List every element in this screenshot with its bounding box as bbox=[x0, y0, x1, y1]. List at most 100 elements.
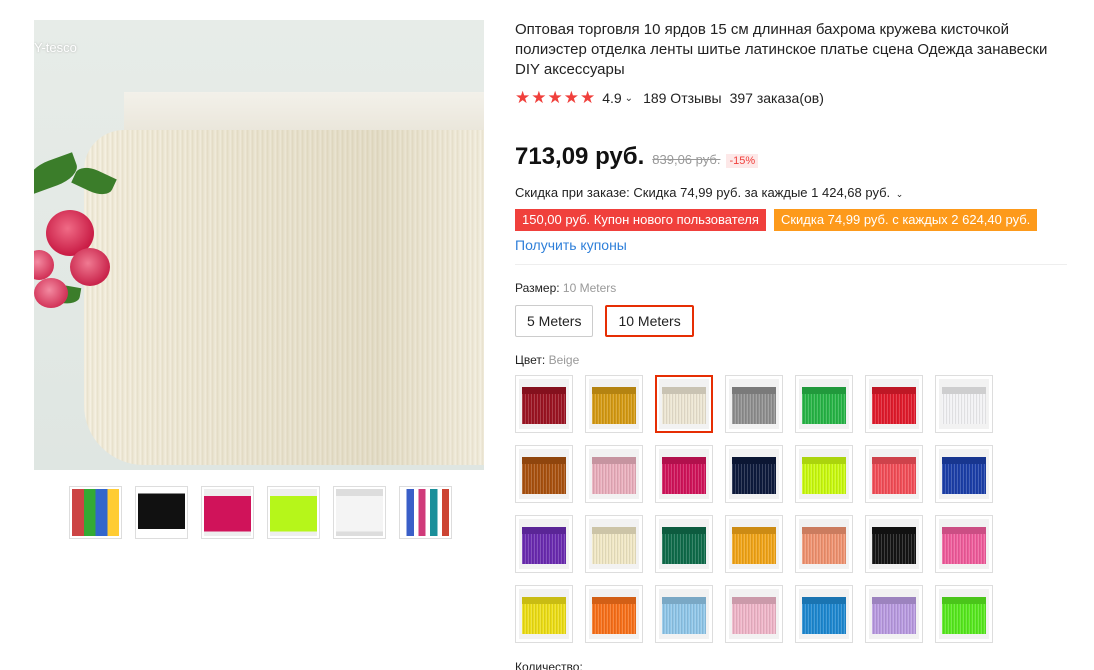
order-discount-info[interactable]: Скидка при заказе: Скидка 74,99 руб. за … bbox=[515, 185, 903, 200]
color-swatch[interactable] bbox=[865, 515, 923, 573]
color-swatch-image bbox=[659, 589, 709, 639]
color-swatch[interactable] bbox=[725, 375, 783, 433]
swatch-fringe bbox=[522, 534, 566, 564]
store-discount-coupon[interactable]: Скидка 74,99 руб. с каждых 2 624,40 руб. bbox=[773, 209, 1038, 231]
thumbnail-assorted-colors[interactable] bbox=[69, 486, 122, 539]
color-swatch[interactable] bbox=[795, 515, 853, 573]
color-swatch-image bbox=[869, 379, 919, 429]
color-swatch-image bbox=[589, 589, 639, 639]
swatch-fringe bbox=[732, 394, 776, 424]
size-option-5-meters[interactable]: 5 Meters bbox=[515, 305, 594, 337]
size-label: Размер: 10 Meters bbox=[515, 281, 616, 295]
size-option-10-meters[interactable]: 10 Meters bbox=[605, 305, 694, 337]
color-swatch[interactable] bbox=[655, 585, 713, 643]
color-swatch-image bbox=[799, 379, 849, 429]
color-swatch[interactable] bbox=[655, 515, 713, 573]
get-coupons-link[interactable]: Получить купоны bbox=[515, 237, 627, 253]
original-price: 839,06 руб. bbox=[652, 152, 721, 167]
thumbnail-rose-fringe[interactable] bbox=[201, 486, 254, 539]
quantity-label: Количество: bbox=[515, 660, 583, 670]
color-swatch[interactable] bbox=[795, 445, 853, 503]
swatch-fringe bbox=[872, 534, 916, 564]
thumbnail-rose-fringe-image bbox=[204, 489, 251, 536]
leaf-decoration bbox=[34, 152, 81, 194]
color-swatch[interactable] bbox=[585, 375, 643, 433]
color-swatch[interactable] bbox=[935, 375, 993, 433]
thumbnail-black-skirt[interactable] bbox=[135, 486, 188, 539]
color-swatch[interactable] bbox=[515, 445, 573, 503]
color-swatch[interactable] bbox=[725, 445, 783, 503]
color-swatch-image bbox=[939, 449, 989, 499]
color-swatch[interactable] bbox=[655, 445, 713, 503]
product-title: Оптовая торговля 10 ярдов 15 см длинная … bbox=[515, 21, 1048, 78]
main-product-image[interactable]: Y-tesco bbox=[34, 20, 484, 470]
color-swatch[interactable] bbox=[585, 515, 643, 573]
color-swatch[interactable] bbox=[585, 585, 643, 643]
color-swatch[interactable] bbox=[865, 585, 923, 643]
swatch-fringe bbox=[872, 394, 916, 424]
rose-decoration bbox=[34, 250, 54, 280]
swatch-fringe bbox=[942, 394, 986, 424]
size-selected-value: 10 Meters bbox=[562, 281, 617, 295]
size-label-text: Размер: bbox=[515, 281, 560, 295]
color-swatch[interactable] bbox=[865, 375, 923, 433]
rose-decoration bbox=[34, 278, 68, 308]
color-swatch-image bbox=[729, 519, 779, 569]
thumbnail-strip bbox=[69, 486, 452, 539]
swatch-fringe bbox=[872, 604, 916, 634]
new-user-coupon[interactable]: 150,00 руб. Купон нового пользователя bbox=[515, 209, 766, 231]
color-swatch[interactable] bbox=[795, 375, 853, 433]
color-swatch[interactable] bbox=[935, 585, 993, 643]
reviews-count[interactable]: 189 Отзывы bbox=[643, 90, 722, 106]
thumbnail-black-skirt-image bbox=[138, 489, 185, 536]
color-swatch[interactable] bbox=[515, 585, 573, 643]
color-swatch[interactable] bbox=[865, 445, 923, 503]
color-swatch-image bbox=[939, 589, 989, 639]
color-swatch[interactable] bbox=[935, 445, 993, 503]
swatch-fringe bbox=[732, 464, 776, 494]
color-swatch[interactable] bbox=[585, 445, 643, 503]
color-swatch-image bbox=[799, 449, 849, 499]
color-label: Цвет: Beige bbox=[515, 353, 579, 367]
chevron-down-icon: ⌄ bbox=[895, 189, 904, 199]
color-swatch-grid bbox=[515, 375, 993, 643]
swatch-fringe bbox=[522, 464, 566, 494]
color-swatch[interactable] bbox=[725, 515, 783, 573]
rose-decoration bbox=[70, 248, 110, 286]
color-swatch-image bbox=[939, 519, 989, 569]
orders-count: 397 заказа(ов) bbox=[729, 90, 824, 106]
swatch-fringe bbox=[662, 394, 706, 424]
color-swatch-image bbox=[659, 519, 709, 569]
color-swatch-image bbox=[939, 379, 989, 429]
color-swatch-image bbox=[659, 449, 709, 499]
thumbnail-white-fringe-image bbox=[336, 489, 383, 536]
color-swatch-image bbox=[869, 519, 919, 569]
size-options: 5 Meters 10 Meters bbox=[515, 305, 694, 337]
color-swatch[interactable] bbox=[515, 375, 573, 433]
chevron-down-icon[interactable]: ⌄ bbox=[625, 93, 633, 104]
swatch-fringe bbox=[522, 604, 566, 634]
color-selected-value: Beige bbox=[548, 353, 580, 367]
color-swatch-image bbox=[519, 589, 569, 639]
color-swatch[interactable] bbox=[935, 515, 993, 573]
rating-value[interactable]: 4.9 bbox=[602, 90, 621, 106]
swatch-fringe bbox=[872, 464, 916, 494]
swatch-fringe bbox=[942, 464, 986, 494]
thumbnail-white-fringe[interactable] bbox=[333, 486, 386, 539]
swatch-fringe bbox=[942, 534, 986, 564]
fringe-shading bbox=[84, 130, 484, 465]
swatch-fringe bbox=[802, 604, 846, 634]
color-swatch[interactable] bbox=[515, 515, 573, 573]
thumbnail-dancers-image bbox=[402, 489, 449, 536]
thumbnail-dancers[interactable] bbox=[399, 486, 452, 539]
color-swatch[interactable] bbox=[725, 585, 783, 643]
color-swatch[interactable] bbox=[795, 585, 853, 643]
color-swatch-image bbox=[729, 589, 779, 639]
color-swatch-image bbox=[589, 449, 639, 499]
color-swatch-image bbox=[729, 379, 779, 429]
swatch-fringe bbox=[802, 534, 846, 564]
color-swatch-image bbox=[869, 449, 919, 499]
thumbnail-neon-fringe[interactable] bbox=[267, 486, 320, 539]
color-swatch-image bbox=[519, 519, 569, 569]
color-swatch[interactable] bbox=[655, 375, 713, 433]
